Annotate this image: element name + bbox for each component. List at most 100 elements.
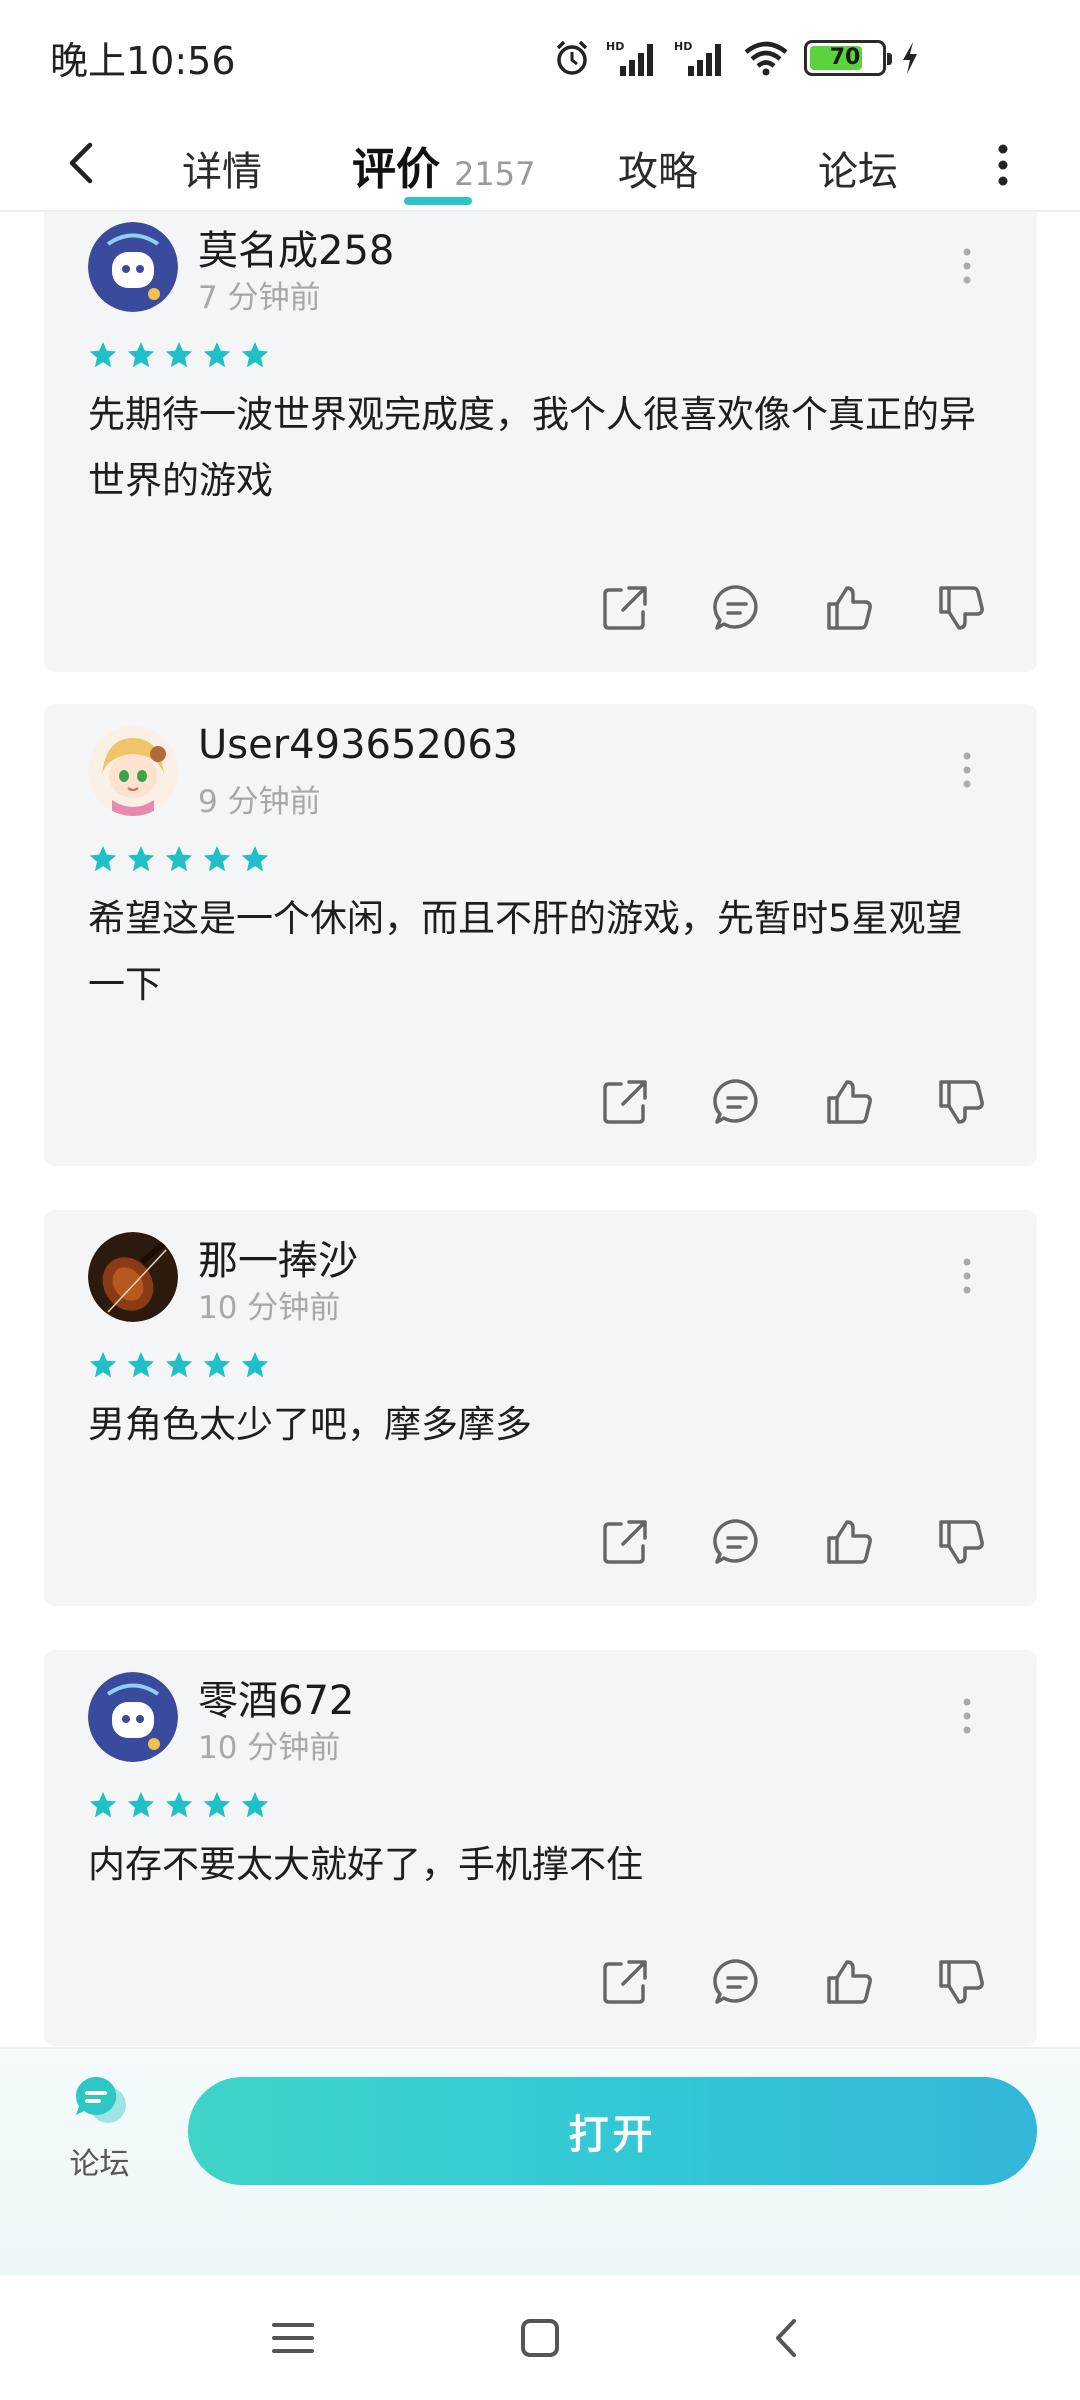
review-actions <box>599 1956 987 2008</box>
status-bar: 晚上10:56 HD HD 70 <box>0 0 1080 115</box>
violin-avatar-icon <box>88 1232 178 1322</box>
comment-icon[interactable] <box>711 1516 763 1568</box>
star-icon <box>89 1351 117 1378</box>
more-options-icon[interactable] <box>957 1692 977 1742</box>
review-actions <box>599 1076 987 1128</box>
star-rating <box>88 340 270 370</box>
charging-icon <box>903 41 917 74</box>
review-list[interactable]: 莫名成258 7 分钟前 先期待一波世界观完成度，我个人很喜欢像个真正的异世界的… <box>0 212 1080 2047</box>
star-icon <box>89 845 117 872</box>
star-icon <box>203 1351 231 1378</box>
robot-avatar-icon <box>88 1672 178 1762</box>
star-icon <box>203 1791 231 1818</box>
star-icon <box>127 845 155 872</box>
tab-forum-label: 论坛 <box>818 149 898 195</box>
svg-text:HD: HD <box>674 40 692 53</box>
review-card[interactable]: 那一捧沙 10 分钟前 男角色太少了吧，摩多摩多 <box>44 1210 1037 1606</box>
forum-label: 论坛 <box>69 2147 130 2182</box>
robot-avatar-icon <box>88 222 178 312</box>
star-icon <box>165 341 193 368</box>
share-icon[interactable] <box>599 582 651 634</box>
tab-detail[interactable]: 详情 <box>182 127 262 197</box>
top-nav: 详情 评价 2157 攻略 论坛 <box>0 115 1080 212</box>
review-text[interactable]: 内存不要太大就好了，手机撑不住 <box>88 1832 988 1898</box>
thumbs-up-icon[interactable] <box>823 1956 875 2008</box>
avatar[interactable] <box>88 1672 178 1762</box>
star-rating <box>88 1790 270 1820</box>
review-time: 10 分钟前 <box>198 1730 341 1766</box>
review-text[interactable]: 希望这是一个休闲，而且不肝的游戏，先暂时5星观望一下 <box>88 886 988 1018</box>
avatar[interactable] <box>88 726 178 816</box>
avatar[interactable] <box>88 1232 178 1322</box>
review-card[interactable]: 零酒672 10 分钟前 内存不要太大就好了，手机撑不住 <box>44 1650 1037 2046</box>
thumbs-down-icon[interactable] <box>935 1516 987 1568</box>
tab-guides[interactable]: 攻略 <box>618 127 698 197</box>
back-nav-icon[interactable] <box>762 2313 812 2363</box>
star-icon <box>127 1351 155 1378</box>
review-actions <box>599 1516 987 1568</box>
status-time: 晚上10:56 <box>50 39 236 83</box>
star-icon <box>127 341 155 368</box>
menu-icon[interactable] <box>268 2313 318 2363</box>
thumbs-up-icon[interactable] <box>823 1516 875 1568</box>
share-icon[interactable] <box>599 1516 651 1568</box>
review-card[interactable]: User493652063 9 分钟前 希望这是一个休闲，而且不肝的游戏，先暂时… <box>44 704 1037 1166</box>
star-icon <box>203 845 231 872</box>
review-time: 9 分钟前 <box>198 784 321 820</box>
comment-icon[interactable] <box>711 1076 763 1128</box>
open-button[interactable]: 打开 <box>188 2077 1037 2185</box>
tab-reviews-label: 评价 <box>352 144 440 195</box>
star-icon <box>89 341 117 368</box>
share-icon[interactable] <box>599 1076 651 1128</box>
star-icon <box>241 845 269 872</box>
review-actions <box>599 582 987 634</box>
svg-text:HD: HD <box>606 40 624 53</box>
battery-indicator: 70 <box>804 39 892 76</box>
username[interactable]: 那一捧沙 <box>198 1228 358 1286</box>
star-icon <box>241 341 269 368</box>
comment-icon[interactable] <box>711 1956 763 2008</box>
star-icon <box>203 341 231 368</box>
star-icon <box>241 1791 269 1818</box>
bottom-action-bar: 论坛 打开 <box>0 2047 1080 2275</box>
forum-shortcut[interactable]: 论坛 <box>62 2073 137 2183</box>
more-options-icon[interactable] <box>988 135 1018 195</box>
more-options-icon[interactable] <box>957 1252 977 1302</box>
alarm-icon <box>556 40 588 75</box>
star-rating <box>88 1350 270 1380</box>
back-icon[interactable] <box>52 133 112 193</box>
thumbs-down-icon[interactable] <box>935 1076 987 1128</box>
review-time: 7 分钟前 <box>198 280 321 316</box>
tab-detail-label: 详情 <box>182 149 262 195</box>
tab-reviews[interactable]: 评价 2157 <box>352 127 535 197</box>
signal-icon-sim2: HD <box>674 40 721 76</box>
more-options-icon[interactable] <box>957 242 977 292</box>
avatar[interactable] <box>88 222 178 312</box>
tab-guides-label: 攻略 <box>618 149 698 195</box>
share-icon[interactable] <box>599 1956 651 2008</box>
star-icon <box>165 1351 193 1378</box>
review-time: 10 分钟前 <box>198 1290 341 1326</box>
home-icon[interactable] <box>515 2313 565 2363</box>
thumbs-down-icon[interactable] <box>935 582 987 634</box>
active-tab-indicator <box>404 197 472 205</box>
signal-icon-sim1: HD <box>606 40 653 76</box>
star-icon <box>127 1791 155 1818</box>
star-rating <box>88 844 270 874</box>
thumbs-up-icon[interactable] <box>823 582 875 634</box>
review-card[interactable]: 莫名成258 7 分钟前 先期待一波世界观完成度，我个人很喜欢像个真正的异世界的… <box>44 212 1037 672</box>
review-text[interactable]: 男角色太少了吧，摩多摩多 <box>88 1392 988 1458</box>
comment-icon[interactable] <box>711 582 763 634</box>
tab-forum[interactable]: 论坛 <box>818 127 898 197</box>
username[interactable]: 莫名成258 <box>198 218 394 276</box>
username[interactable]: 零酒672 <box>198 1668 354 1726</box>
status-icons: HD HD 70 <box>552 38 920 78</box>
star-icon <box>165 1791 193 1818</box>
username[interactable]: User493652063 <box>198 722 518 768</box>
system-nav-bar <box>0 2275 1080 2400</box>
review-text[interactable]: 先期待一波世界观完成度，我个人很喜欢像个真正的异世界的游戏 <box>88 382 988 514</box>
thumbs-up-icon[interactable] <box>823 1076 875 1128</box>
more-options-icon[interactable] <box>957 746 977 796</box>
thumbs-down-icon[interactable] <box>935 1956 987 2008</box>
anime-girl-avatar-icon <box>88 726 178 816</box>
